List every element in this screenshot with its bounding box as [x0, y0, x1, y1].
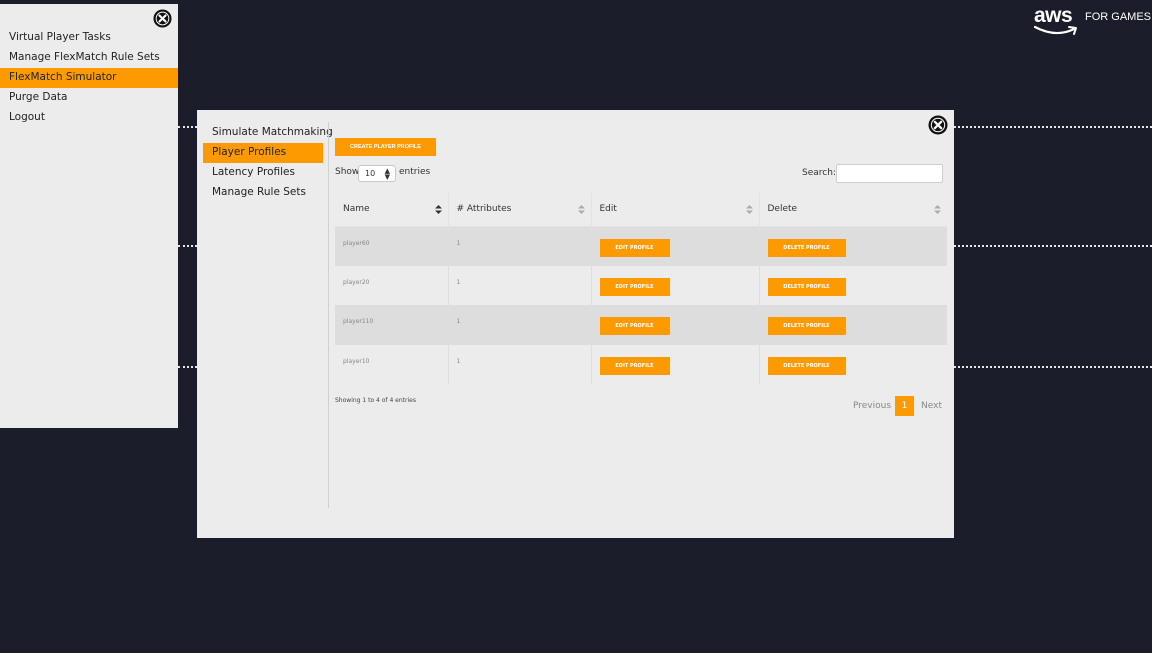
entries-label: entries — [399, 167, 431, 177]
aws-tagline: FOR GAMES — [1085, 11, 1152, 23]
close-menu-icon[interactable] — [153, 9, 172, 28]
edit-profile-button[interactable]: EDIT PROFILE — [599, 356, 670, 375]
background-dotted-line — [954, 126, 1152, 128]
edit-profile-button[interactable]: EDIT PROFILE — [599, 317, 670, 335]
background-dotted-line — [954, 366, 1152, 368]
nav-simulate-matchmaking[interactable]: Simulate Matchmaking — [203, 123, 333, 143]
edit-profile-button[interactable]: EDIT PROFILE — [599, 238, 670, 257]
cell-player-name: player60 — [335, 226, 449, 266]
side-menu: Virtual Player Tasks Manage FlexMatch Ru… — [0, 4, 178, 428]
column-header-name[interactable]: Name — [335, 193, 449, 227]
nav-player-profiles[interactable]: Player Profiles — [203, 143, 323, 163]
sort-icon — [577, 205, 585, 214]
menu-item-logout[interactable]: Logout — [0, 108, 178, 128]
sort-icon — [434, 205, 442, 214]
simulator-nav: Simulate Matchmaking Player Profiles Lat… — [203, 123, 333, 203]
table-info-text: Showing 1 to 4 of 4 entries — [335, 397, 416, 404]
aws-smile-icon — [1034, 25, 1077, 35]
cell-player-name: player10 — [335, 344, 449, 384]
profiles-table: Name # Attributes Edit Delete player60 1… — [335, 193, 947, 384]
background-dotted-line — [178, 245, 197, 247]
sort-icon — [745, 205, 753, 214]
background-dotted-line — [954, 245, 1152, 247]
select-arrows-icon: ▲ ▼ — [384, 167, 390, 181]
cell-player-name: player110 — [335, 305, 449, 345]
menu-item-virtual-player-tasks[interactable]: Virtual Player Tasks — [0, 28, 178, 48]
nav-latency-profiles[interactable]: Latency Profiles — [203, 163, 323, 183]
cell-attribute-count: 1 — [448, 344, 592, 384]
sort-icon — [934, 205, 941, 214]
cell-attribute-count: 1 — [448, 226, 592, 266]
table-header-row: Name # Attributes Edit Delete — [335, 193, 947, 227]
search-input[interactable] — [836, 164, 943, 183]
delete-profile-button[interactable]: DELETE PROFILE — [767, 356, 846, 375]
next-page-button[interactable]: Next — [921, 396, 942, 416]
table-row: player110 1 EDIT PROFILE DELETE PROFILE — [335, 305, 947, 345]
create-player-profile-button[interactable]: CREATE PLAYER PROFILE — [335, 138, 436, 156]
delete-profile-button[interactable]: DELETE PROFILE — [767, 277, 846, 296]
delete-profile-button[interactable]: DELETE PROFILE — [767, 238, 846, 257]
table-row: player60 1 EDIT PROFILE DELETE PROFILE — [335, 226, 947, 266]
entries-per-page-value: 10 — [365, 169, 376, 178]
page-1-button[interactable]: 1 — [895, 396, 914, 416]
edit-profile-button[interactable]: EDIT PROFILE — [599, 277, 670, 296]
cell-player-name: player20 — [335, 265, 449, 305]
side-menu-list: Virtual Player Tasks Manage FlexMatch Ru… — [0, 28, 178, 128]
table-row: player10 1 EDIT PROFILE DELETE PROFILE — [335, 344, 947, 384]
nav-manage-rule-sets[interactable]: Manage Rule Sets — [203, 183, 323, 203]
menu-item-purge-data[interactable]: Purge Data — [0, 88, 178, 108]
aws-for-games-logo: aws FOR GAMES — [1034, 4, 1152, 40]
show-label: Show — [335, 167, 360, 177]
menu-item-manage-rule-sets[interactable]: Manage FlexMatch Rule Sets — [0, 48, 178, 68]
menu-item-flexmatch-simulator[interactable]: FlexMatch Simulator — [0, 68, 178, 88]
previous-page-button[interactable]: Previous — [853, 396, 891, 416]
nav-divider — [328, 122, 329, 508]
column-header-edit[interactable]: Edit — [591, 193, 760, 227]
search-label: Search: — [802, 168, 836, 178]
table-row: player20 1 EDIT PROFILE DELETE PROFILE — [335, 265, 947, 305]
entries-per-page-select[interactable]: 10 ▲ ▼ — [358, 165, 396, 182]
cell-attribute-count: 1 — [448, 305, 592, 345]
column-header-delete[interactable]: Delete — [759, 193, 947, 227]
column-header-attributes[interactable]: # Attributes — [448, 193, 592, 227]
close-modal-icon[interactable] — [928, 115, 948, 135]
simulator-modal: Simulate Matchmaking Player Profiles Lat… — [197, 110, 954, 538]
background-dotted-line — [178, 366, 197, 368]
delete-profile-button[interactable]: DELETE PROFILE — [767, 317, 846, 335]
background-dotted-line — [178, 126, 197, 128]
cell-attribute-count: 1 — [448, 265, 592, 305]
